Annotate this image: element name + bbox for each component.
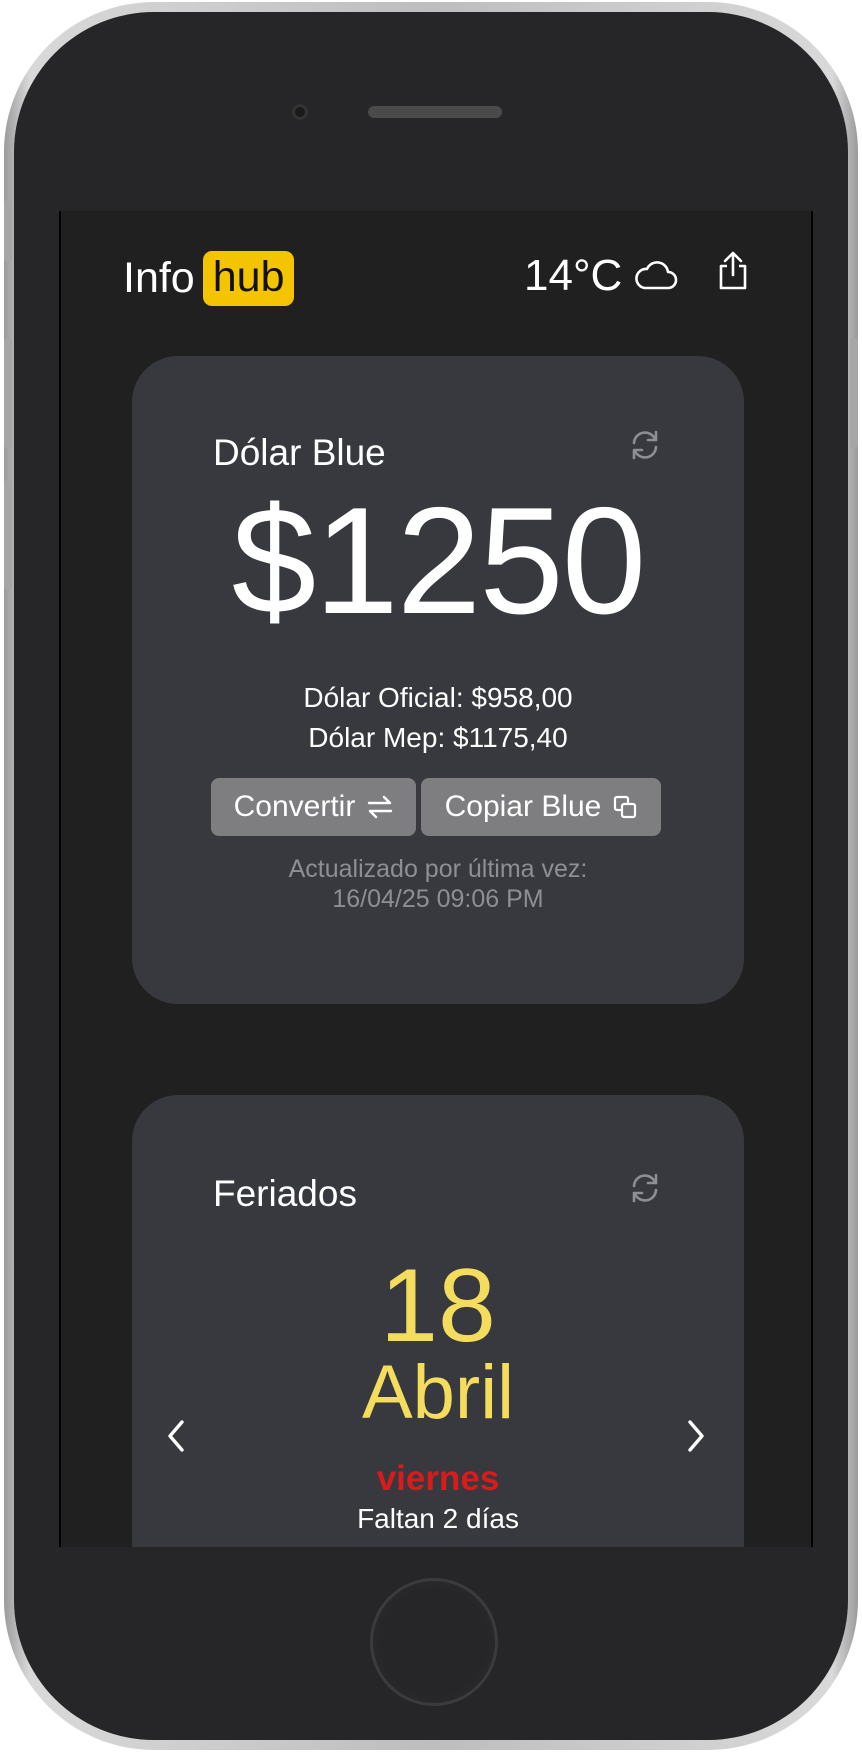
feriados-card-title: Feriados bbox=[213, 1173, 357, 1214]
chevron-left-icon bbox=[168, 1420, 184, 1452]
volume-up-button bbox=[4, 338, 12, 448]
blue-price: $1250 bbox=[231, 476, 647, 646]
dolar-card: Dólar Blue $1250 Dólar Oficial: $958,00 … bbox=[132, 356, 744, 1004]
app-screen: Info hub 14°C Dólar Blue $1250 Dólar Ofi… bbox=[59, 211, 813, 1547]
logo-prefix: Info bbox=[123, 254, 195, 302]
updated-label: Actualizado por última vez: bbox=[288, 855, 588, 883]
oficial-rate: Dólar Oficial: $958,00 bbox=[303, 682, 573, 713]
convert-button[interactable]: Convertir bbox=[211, 778, 416, 836]
holiday-countdown: Faltan 2 días bbox=[357, 1503, 519, 1534]
phone-frame: Info hub 14°C Dólar Blue $1250 Dólar Ofi… bbox=[4, 2, 858, 1750]
dolar-card-title: Dólar Blue bbox=[213, 432, 386, 473]
holiday-weekday: viernes bbox=[376, 1459, 500, 1498]
cloud-icon bbox=[635, 261, 678, 290]
share-icon bbox=[719, 251, 747, 290]
logo-highlight: hub bbox=[202, 251, 295, 306]
swap-arrows-icon bbox=[368, 795, 393, 819]
refresh-icon bbox=[632, 1173, 658, 1203]
temperature: 14°C bbox=[524, 251, 623, 300]
holiday-month: Abril bbox=[361, 1350, 515, 1435]
previous-holiday-button[interactable] bbox=[166, 1419, 186, 1457]
feriados-card: Feriados 18 Abril viernes Faltan 2 días bbox=[132, 1095, 744, 1547]
convert-label: Convertir bbox=[233, 790, 356, 823]
refresh-button[interactable] bbox=[628, 1171, 662, 1209]
volume-down-button bbox=[4, 480, 12, 590]
share-button[interactable] bbox=[717, 251, 749, 295]
mute-switch bbox=[4, 200, 12, 262]
home-button[interactable] bbox=[370, 1578, 498, 1706]
chevron-right-icon bbox=[688, 1420, 704, 1452]
copy-icon bbox=[614, 795, 637, 819]
earpiece-speaker bbox=[368, 106, 502, 118]
app-logo: Info hub bbox=[123, 251, 295, 306]
weather-widget: 14°C bbox=[524, 251, 678, 301]
refresh-icon bbox=[632, 430, 658, 460]
front-camera bbox=[292, 104, 308, 120]
copy-blue-label: Copiar Blue bbox=[444, 790, 602, 823]
copy-blue-button[interactable]: Copiar Blue bbox=[421, 778, 661, 836]
app-header: Info hub 14°C bbox=[61, 211, 811, 341]
mep-rate: Dólar Mep: $1175,40 bbox=[308, 722, 568, 753]
next-holiday-button[interactable] bbox=[686, 1419, 706, 1457]
power-button bbox=[850, 338, 858, 448]
refresh-button[interactable] bbox=[628, 428, 662, 466]
updated-timestamp: 16/04/25 09:06 PM bbox=[332, 885, 544, 913]
